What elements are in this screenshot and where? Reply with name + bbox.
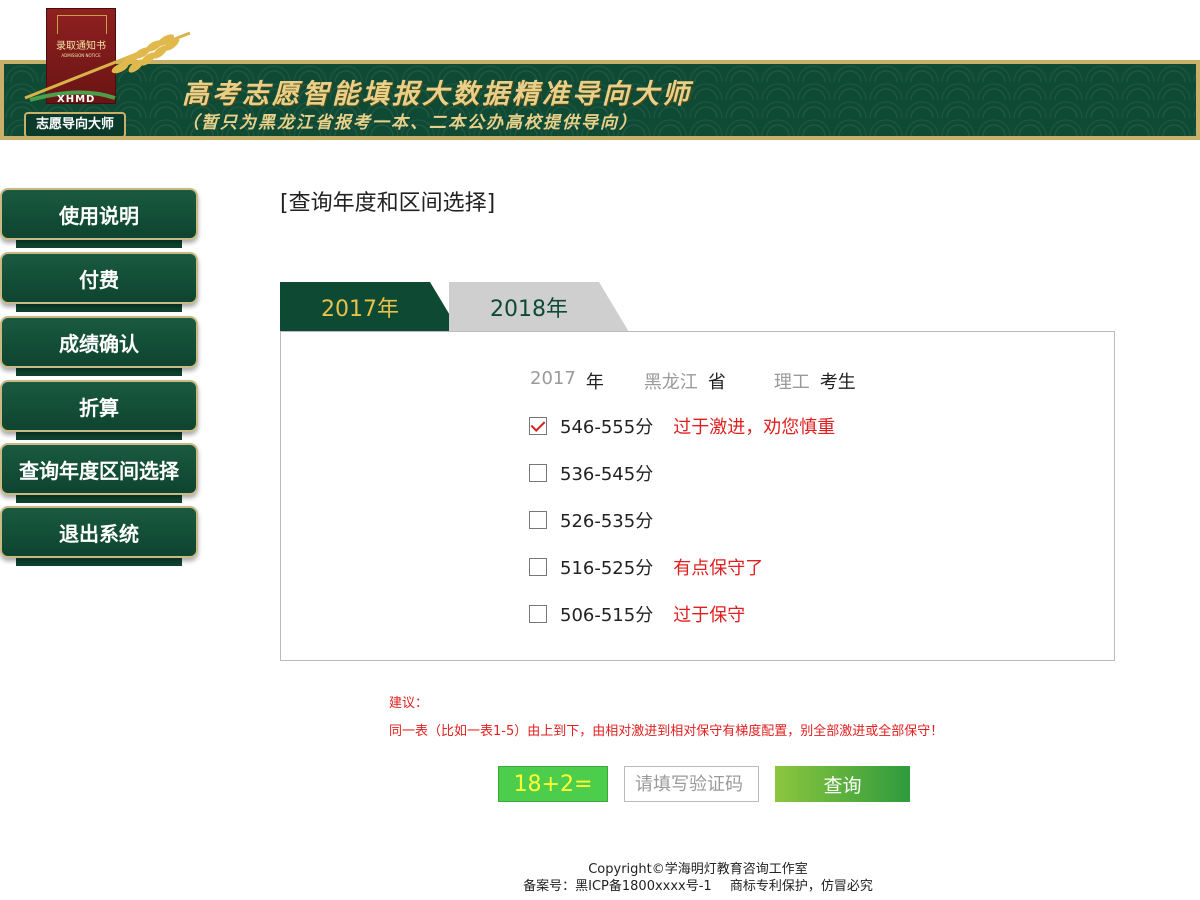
score-range-checkbox[interactable] (529, 417, 547, 435)
score-range-option: 516-525分 有点保守了 (529, 556, 764, 579)
captcha-input[interactable] (624, 766, 759, 802)
score-range-label: 536-545分 (560, 464, 654, 485)
score-range-option: 546-555分 过于激进，劝您慎重 (529, 415, 836, 438)
info-year-unit: 年 (585, 372, 604, 393)
advice-title: 建议： (389, 696, 429, 711)
advice-text: 同一表（比如一表1-5）由上到下，由相对激进到相对保守有梯度配置，别全部激进或全… (389, 724, 944, 739)
info-category-unit: 考生 (819, 372, 856, 393)
score-range-option: 506-515分 过于保守 (529, 603, 746, 626)
score-range-option: 536-545分 (529, 462, 654, 485)
exam-info-row: 2017 年 黑龙江 省 理工 考生 (530, 368, 856, 394)
sidebar-item-score-confirm[interactable]: 成绩确认 (0, 316, 198, 376)
score-range-checkbox[interactable] (529, 605, 547, 623)
score-range-option: 526-535分 (529, 509, 654, 532)
captcha-image[interactable]: 18+2= (498, 766, 608, 802)
info-province-unit: 省 (707, 372, 726, 393)
info-category: 理工 (773, 372, 810, 393)
score-range-checkbox[interactable] (529, 558, 547, 576)
score-range-label: 546-555分 (560, 417, 654, 438)
page-title: [查询年度和区间选择] (280, 191, 496, 216)
score-range-checkbox[interactable] (529, 464, 547, 482)
query-button[interactable]: 查询 (775, 766, 910, 802)
brand-badge: 志愿导向大师 (24, 112, 126, 138)
sidebar-item-conversion[interactable]: 折算 (0, 380, 198, 440)
sidebar-item-logout[interactable]: 退出系统 (0, 506, 198, 566)
score-range-label: 516-525分 (560, 558, 654, 579)
wheat-icon (24, 31, 191, 102)
logo-text: XHMD (57, 94, 96, 105)
tab-2018[interactable]: 2018年 (449, 282, 629, 332)
footer-legal: 备案号：黑ICP备1800xxxx号-1 商标专利保护，仿冒必究 (0, 875, 1200, 894)
footer-icp: 备案号：黑ICP备1800xxxx号-1 (523, 879, 712, 894)
sidebar-item-year-range[interactable]: 查询年度区间选择 (0, 443, 198, 503)
score-range-note: 过于保守 (673, 605, 746, 626)
info-year: 2017 (530, 368, 576, 389)
score-range-note: 过于激进，劝您慎重 (673, 417, 836, 438)
site-subtitle: （暂只为黑龙江省报考一本、二本公办高校提供导向） (182, 113, 638, 133)
sidebar-item-payment[interactable]: 付费 (0, 252, 198, 312)
score-range-note: 有点保守了 (673, 558, 764, 579)
tab-2017[interactable]: 2017年 (280, 282, 460, 332)
info-province: 黑龙江 (643, 372, 698, 393)
footer-trademark: 商标专利保护，仿冒必究 (729, 879, 873, 894)
sidebar-item-instructions[interactable]: 使用说明 (0, 188, 198, 248)
site-title: 高考志愿智能填报大数据精准导向大师 (182, 79, 692, 110)
score-range-label: 526-535分 (560, 511, 654, 532)
score-range-checkbox[interactable] (529, 511, 547, 529)
score-range-label: 506-515分 (560, 605, 654, 626)
